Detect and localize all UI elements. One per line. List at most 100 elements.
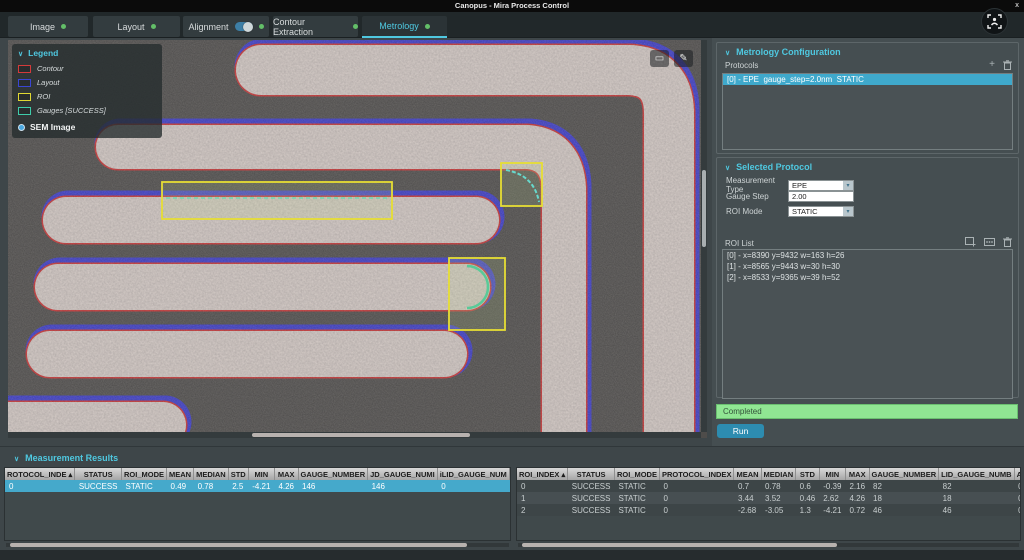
tab-bar: Image Layout Alignment Contour Extractio… (0, 12, 1024, 38)
table-cell: 3.44 (733, 492, 762, 504)
column-header[interactable]: MAX (845, 468, 870, 480)
column-header[interactable]: STD (795, 468, 820, 480)
scrollbar-thumb[interactable] (522, 543, 837, 547)
delete-roi-icon[interactable] (1003, 237, 1012, 247)
column-header[interactable]: GAUGE_NUMBER (869, 468, 940, 480)
table-cell: 0 (659, 504, 734, 516)
table-cell: STATIC (614, 480, 660, 492)
legend-color-chip (18, 78, 31, 87)
roi-results-table[interactable]: ROI_INDEX ▴ STATUS ROI_MODE PROTOCOL_INDEX M… (516, 467, 1021, 541)
column-header[interactable]: MEAN (733, 468, 762, 480)
viewer-horizontal-scrollbar[interactable] (8, 432, 701, 438)
sem-viewer[interactable]: ∨ Legend Contour Layout ROI Gauges [SUCCE… (8, 40, 707, 438)
legend-title: Legend (28, 48, 59, 58)
column-header[interactable]: MEDIAN (761, 468, 797, 480)
tab-metrology[interactable]: Metrology (362, 16, 447, 38)
scrollbar-thumb[interactable] (10, 543, 467, 547)
tab-label: Layout (117, 21, 145, 32)
tab-layout[interactable]: Layout (93, 16, 180, 37)
legend-item: Gauges [SUCCESS] (18, 105, 156, 116)
column-header[interactable]: ROI_MODE (121, 468, 168, 480)
tab-image[interactable]: Image (8, 16, 88, 37)
metrology-configuration-header[interactable]: ∨ Metrology Configuration (717, 43, 1018, 60)
viewer-vertical-scrollbar[interactable] (701, 40, 707, 432)
table-horizontal-scrollbar[interactable] (6, 543, 509, 547)
table-row[interactable]: 0 SUCCESS STATIC 0.49 0.78 2.5 -4.21 4.26 146 146… (5, 480, 510, 492)
column-header[interactable]: LID_GAUGE_NUMB (938, 468, 1015, 480)
capture-button[interactable] (981, 8, 1008, 35)
table-cell: SUCCESS (567, 492, 615, 504)
table-horizontal-scrollbar[interactable] (518, 543, 1019, 547)
column-header[interactable]: MEDIAN (193, 468, 229, 480)
protocols-list[interactable]: [0] - EPE gauge_step=2.0nm STATIC (722, 73, 1013, 150)
column-header[interactable]: STD (228, 468, 249, 480)
tab-alignment[interactable]: Alignment (183, 16, 269, 37)
column-header[interactable]: MEAN (166, 468, 195, 480)
alignment-toggle[interactable] (234, 21, 253, 32)
column-header[interactable]: ROTOCOL_INDE ▴ (5, 468, 76, 480)
table-cell: SUCCESS (567, 480, 615, 492)
selected-protocol-header[interactable]: ∨ Selected Protocol (717, 158, 1018, 175)
legend-color-chip (18, 106, 31, 115)
rect-tool-icon: ▭ (654, 53, 665, 64)
tab-contour-extraction[interactable]: Contour Extraction (273, 16, 358, 37)
column-header[interactable]: JD_GAUGE_NUMI (367, 468, 438, 480)
scrollbar-thumb[interactable] (252, 433, 470, 437)
table-cell: SUCCESS (567, 504, 615, 516)
measurement-results-header[interactable]: ∨ Measurement Results (14, 453, 118, 463)
pencil-icon: ✎ (679, 53, 688, 64)
column-header[interactable]: STATUS (567, 468, 615, 480)
column-header[interactable]: STATUS (74, 468, 122, 480)
pencil-tool-button[interactable]: ✎ (674, 50, 693, 67)
table-cell: 0.78 (761, 480, 796, 492)
roi-list-item[interactable]: [2] - x=8533 y=9365 w=39 h=52 (723, 272, 1012, 283)
protocol-list-item[interactable]: [0] - EPE gauge_step=2.0nm STATIC (723, 74, 1012, 85)
capture-icon (987, 14, 1002, 29)
run-button[interactable]: Run (717, 424, 764, 438)
tab-label: Contour Extraction (273, 16, 314, 37)
table-cell: 0 (1014, 504, 1020, 516)
section-title: Measurement Results (25, 453, 119, 463)
column-header[interactable]: ROI_INDEX ▴ (517, 468, 569, 480)
close-icon[interactable]: x (1015, 0, 1019, 11)
edit-roi-icon[interactable] (984, 237, 995, 247)
table-cell: -4.21 (248, 480, 275, 492)
scrollbar-thumb[interactable] (702, 170, 706, 247)
protocol-results-table[interactable]: ROTOCOL_INDE ▴ STATUS ROI_MODE MEAN MEDIAN ST… (4, 467, 511, 541)
table-cell: 1.3 (795, 504, 820, 516)
table-cell: 82 (938, 480, 1015, 492)
title-bar: Canopus - Mira Process Control x (0, 0, 1024, 12)
legend-item-label: Layout (37, 78, 60, 87)
column-header[interactable]: GAUGE_NUMBER (298, 468, 369, 480)
selected-protocol-section: ∨ Selected Protocol Measurement Type EPE … (716, 157, 1019, 399)
add-roi-icon[interactable] (965, 237, 976, 247)
table-cell: -3.05 (761, 504, 796, 516)
table-cell: STATIC (614, 492, 660, 504)
rect-tool-button[interactable]: ▭ (650, 50, 669, 67)
delete-protocol-icon[interactable] (1003, 60, 1012, 70)
chevron-down-icon: ∨ (725, 50, 731, 57)
add-protocol-icon[interactable]: + (989, 60, 995, 70)
table-cell: 0 (437, 480, 510, 492)
column-header[interactable]: MIN (819, 468, 846, 480)
column-header[interactable]: A (509, 468, 510, 480)
roi-list[interactable]: [0] - x=8390 y=9432 w=163 h=26 [1] - x=85… (722, 249, 1013, 399)
table-row[interactable]: 0SUCCESSSTATIC00.70.780.6-0.392.1682820 (517, 480, 1020, 492)
roi-list-item[interactable]: [1] - x=8565 y=9443 w=30 h=30 (723, 261, 1012, 272)
table-row[interactable]: 2 SUCCESS STATIC 0 -2.68 -3.05 1.3 -4.21 0.72 46 4… (517, 504, 1020, 516)
table-row[interactable]: 1SUCCESSSTATIC03.443.520.462.624.2618180 (517, 492, 1020, 504)
column-header[interactable]: MAX (274, 468, 299, 480)
table-cell: STATIC (614, 504, 660, 516)
table-cell: 18 (869, 492, 939, 504)
column-header[interactable]: PROTOCOL_INDEX (659, 468, 735, 480)
column-header[interactable]: iLID_GAUGE_NUM (437, 468, 510, 480)
column-header[interactable]: ROI_MODE (614, 468, 660, 480)
legend-item: Layout (18, 77, 156, 88)
column-header[interactable]: ALID (1014, 468, 1020, 480)
table-cell: SUCCESS (74, 480, 122, 492)
right-panel: ∨ Metrology Configuration Protocols + [0]… (712, 38, 1024, 446)
legend-sem-image-row[interactable]: SEM Image (18, 122, 156, 132)
legend-header[interactable]: ∨ Legend (18, 48, 156, 58)
column-header[interactable]: MIN (248, 468, 275, 480)
legend-color-chip (18, 92, 31, 101)
